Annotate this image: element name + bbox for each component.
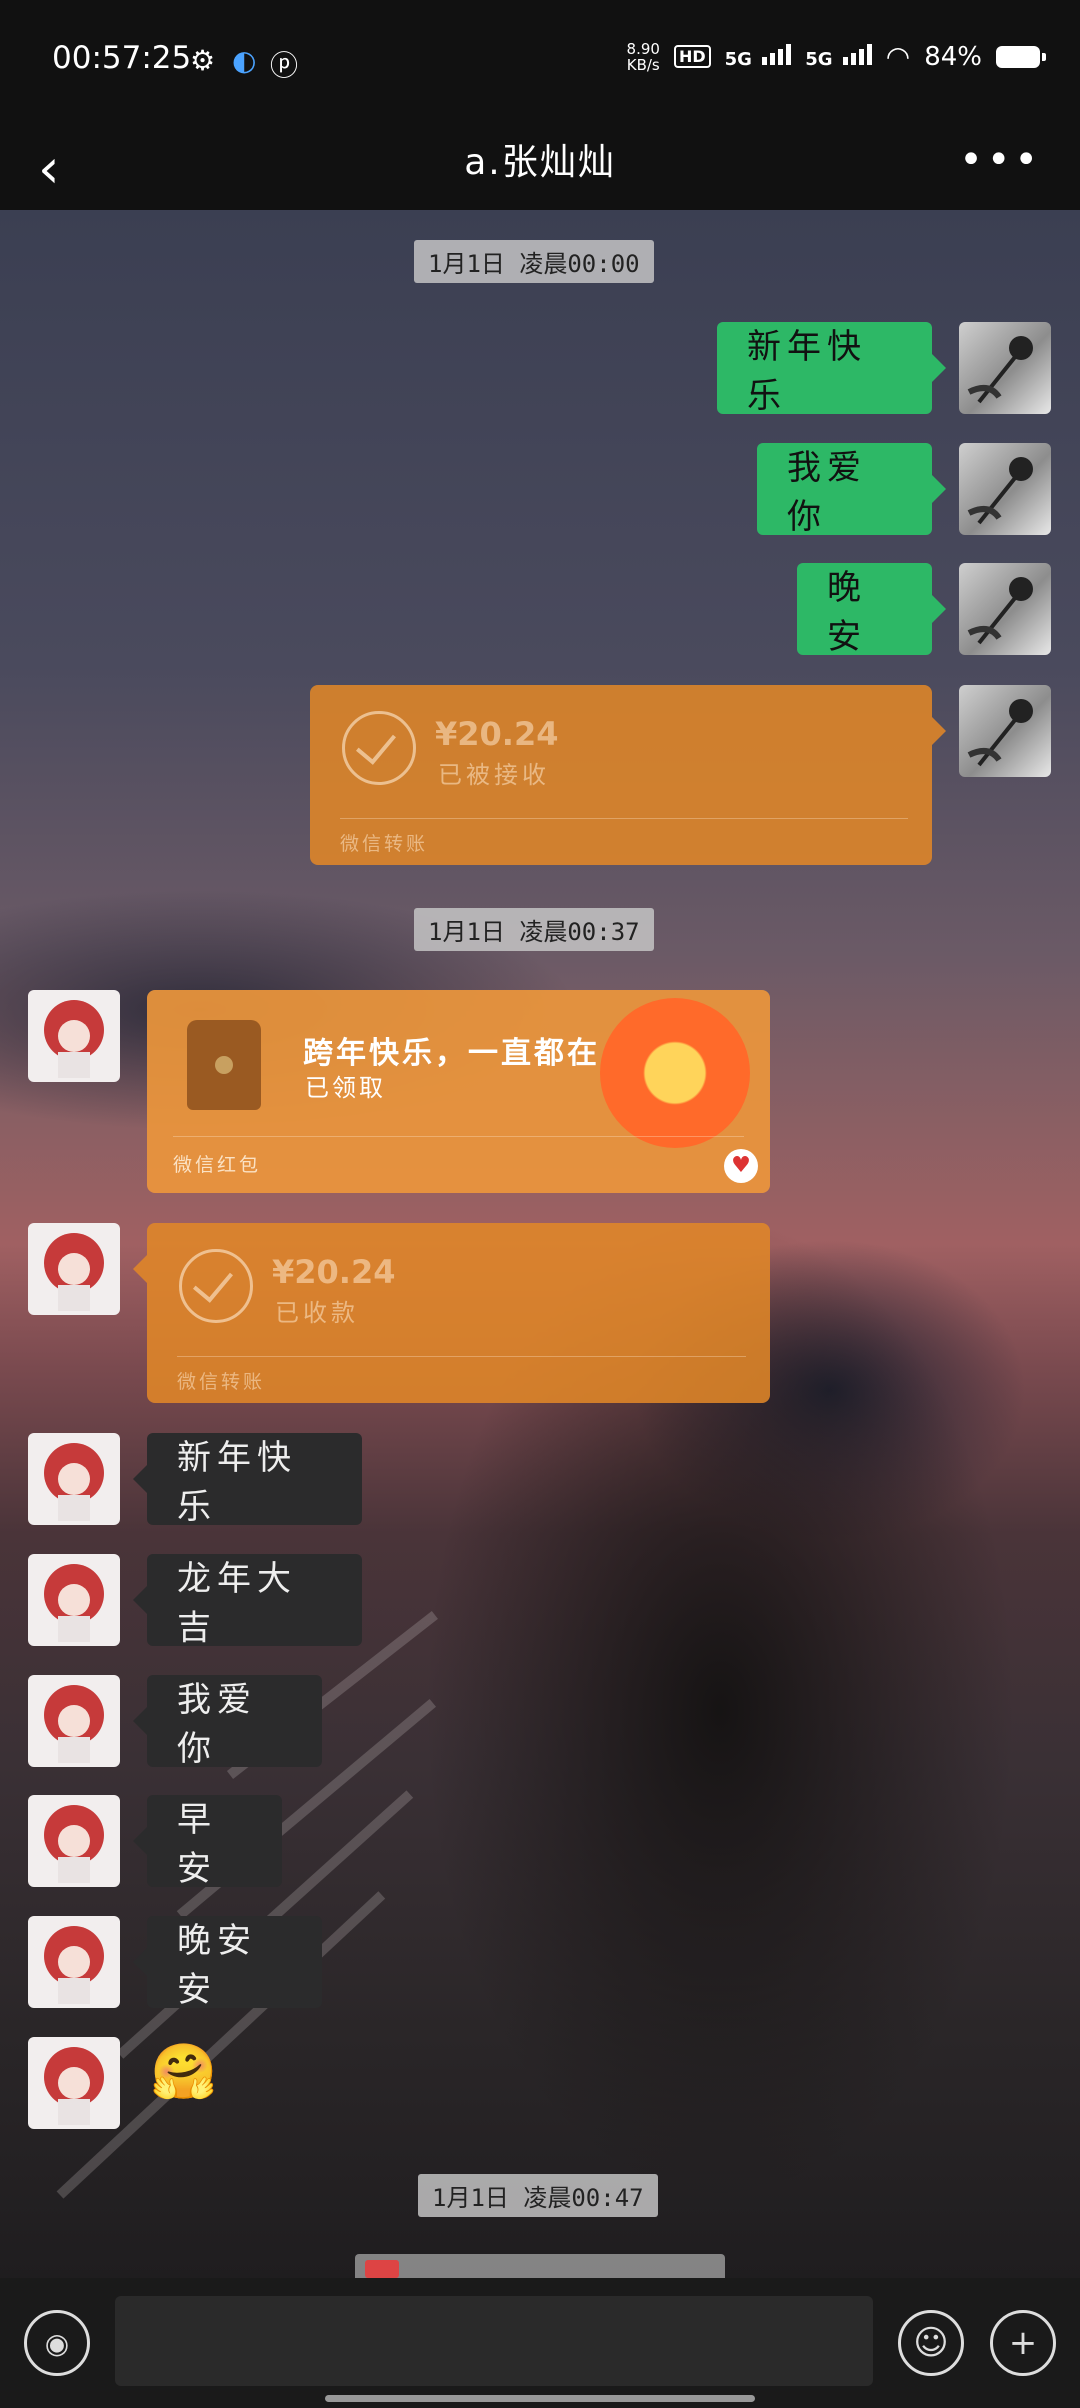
contact-avatar[interactable]: [28, 990, 120, 1082]
emoji-message[interactable]: 🤗: [150, 2040, 217, 2104]
sticker-image: [600, 998, 750, 1148]
input-bar: ◉ ☺ +: [0, 2278, 1080, 2408]
contact-avatar[interactable]: [28, 2037, 120, 2129]
battery-icon: [996, 45, 1046, 68]
signal-sim1-icon: 5G: [725, 42, 792, 72]
heart-icon: ♥: [724, 1149, 758, 1183]
net-speed: 8.90 KB/s: [626, 39, 660, 74]
contact-avatar[interactable]: [28, 1554, 120, 1646]
chat-header: ‹ a.张灿灿 •••: [0, 125, 1080, 210]
timestamp: 1月1日 凌晨00:47: [418, 2174, 658, 2217]
received-message[interactable]: 新年快乐: [133, 1433, 362, 1527]
chat-title: a.张灿灿: [464, 142, 616, 183]
red-packet-card[interactable]: 跨年快乐，一直都在 已领取 微信红包 ♥: [147, 990, 770, 1193]
battery-percent: 84%: [924, 41, 982, 72]
transfer-status: 已收款: [275, 1299, 359, 1327]
status-time: 00:57:25: [52, 40, 192, 76]
sent-message[interactable]: 新年快乐: [717, 322, 946, 416]
plus-icon: +: [1008, 2323, 1038, 2363]
emoji-button[interactable]: ☺: [898, 2310, 964, 2376]
contact-avatar[interactable]: [28, 1433, 120, 1525]
voice-input-button[interactable]: ◉: [24, 2310, 90, 2376]
contact-avatar[interactable]: [28, 1795, 120, 1887]
check-circle-icon: [342, 711, 416, 785]
sent-message[interactable]: 晚安: [797, 563, 946, 657]
transfer-amount: ¥20.24: [272, 1253, 396, 1291]
transfer-card-sent[interactable]: ¥20.24 已被接收 微信转账: [310, 685, 946, 865]
my-avatar[interactable]: [959, 322, 1051, 414]
transfer-label: 微信转账: [340, 833, 429, 855]
received-message[interactable]: 晚安安: [133, 1916, 322, 2010]
app-notification-icon: ◐: [232, 44, 257, 77]
home-indicator[interactable]: [325, 2395, 755, 2402]
received-message[interactable]: 早安: [133, 1795, 282, 1889]
contact-avatar[interactable]: [28, 1223, 120, 1315]
my-avatar[interactable]: [959, 685, 1051, 777]
message-input[interactable]: [115, 2296, 873, 2386]
transfer-status: 已被接收: [438, 761, 550, 789]
timestamp: 1月1日 凌晨00:00: [414, 240, 654, 283]
red-packet-label: 微信红包: [173, 1154, 262, 1176]
timestamp: 1月1日 凌晨00:37: [414, 908, 654, 951]
transfer-amount: ¥20.24: [435, 715, 559, 753]
partial-message-preview: [355, 2254, 725, 2278]
status-bar: 00:57:25 ⚙ ◐ ⓟ 8.90 KB/s HD 5G 5G ◠ 84%: [0, 0, 1080, 125]
received-message[interactable]: 龙年大吉: [133, 1554, 362, 1648]
contact-avatar[interactable]: [28, 1916, 120, 2008]
sent-message[interactable]: 我爱你: [757, 443, 946, 537]
signal-sim2-icon: 5G: [805, 42, 872, 72]
vpn-icon: ⓟ: [270, 49, 299, 82]
smiley-icon: ☺: [913, 2323, 949, 2363]
red-packet-title: 跨年快乐，一直都在: [303, 1036, 600, 1071]
hd-icon: HD: [673, 45, 711, 68]
red-packet-status: 已领取: [305, 1074, 386, 1102]
contact-avatar[interactable]: [28, 1675, 120, 1767]
my-avatar[interactable]: [959, 563, 1051, 655]
my-avatar[interactable]: [959, 443, 1051, 535]
gear-icon: ⚙: [190, 44, 216, 77]
check-circle-icon: [179, 1249, 253, 1323]
red-packet-icon: [187, 1020, 261, 1110]
voice-icon: ◉: [44, 2326, 70, 2360]
transfer-card-received[interactable]: ¥20.24 已收款 微信转账: [133, 1223, 770, 1403]
more-functions-button[interactable]: +: [990, 2310, 1056, 2376]
status-right: 8.90 KB/s HD 5G 5G ◠ 84%: [626, 39, 1046, 74]
more-options-button[interactable]: •••: [959, 137, 1042, 183]
wifi-icon: ◠: [885, 40, 911, 73]
transfer-label: 微信转账: [177, 1371, 266, 1393]
received-message[interactable]: 我爱你: [133, 1675, 322, 1769]
